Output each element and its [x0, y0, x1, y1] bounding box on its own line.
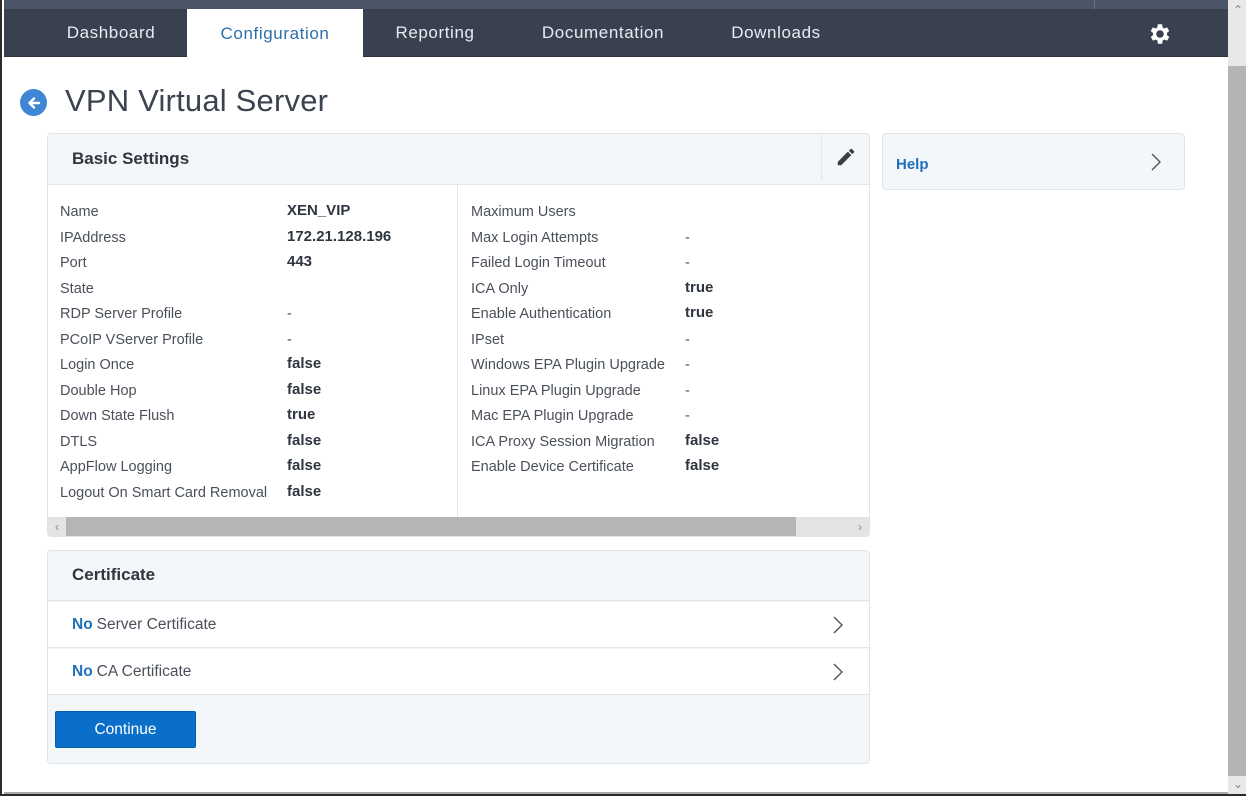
setting-value: true — [685, 304, 714, 321]
setting-value: - — [685, 357, 690, 373]
setting-label: Port — [60, 255, 87, 271]
setting-label: Enable Device Certificate — [471, 459, 634, 475]
setting-value: false — [685, 457, 720, 474]
setting-value: 172.21.128.196 — [287, 227, 392, 245]
scroll-down-arrow-icon[interactable]: ⌄ — [1228, 774, 1246, 794]
column-divider — [457, 185, 458, 517]
setting-value: true — [287, 406, 316, 423]
setting-label: Failed Login Timeout — [471, 255, 606, 271]
setting-label: Login Once — [60, 357, 135, 373]
tab-reporting[interactable]: Reporting — [374, 9, 496, 57]
setting-label: RDP Server Profile — [60, 306, 183, 322]
horizontal-scrollbar[interactable]: ‹ › — [48, 517, 869, 536]
certificate-panel: Certificate No Server Certificate No CA Ce… — [47, 550, 870, 764]
scroll-left-arrow-icon[interactable]: ‹ — [48, 517, 66, 536]
bottom-strip — [4, 792, 1228, 794]
basic-settings-header: Basic Settings — [48, 134, 869, 185]
setting-value: false — [685, 431, 720, 449]
ca-certificate-text: CA Certificate — [96, 663, 192, 680]
setting-label: Double Hop — [60, 382, 137, 399]
setting-label: PCoIP VServer Profile — [60, 331, 204, 348]
help-panel[interactable]: Help — [882, 133, 1185, 190]
setting-value: XEN_VIP — [287, 202, 351, 219]
setting-value: - — [287, 331, 292, 348]
tab-dashboard[interactable]: Dashboard — [46, 9, 176, 57]
gear-icon[interactable] — [1147, 21, 1173, 47]
setting-label: Max Login Attempts — [471, 229, 599, 246]
setting-label: IPset — [471, 331, 505, 348]
setting-label: Name — [60, 204, 99, 220]
certificate-title: Certificate — [72, 565, 156, 584]
setting-label: Down State Flush — [60, 408, 175, 424]
setting-value: false — [287, 355, 322, 372]
setting-label: Logout On Smart Card Removal — [60, 484, 268, 501]
basic-settings-title: Basic Settings — [72, 149, 190, 168]
tab-documentation[interactable]: Documentation — [516, 9, 690, 57]
setting-label: Enable Authentication — [471, 306, 612, 322]
strip-divider — [1094, 0, 1095, 9]
edit-button[interactable] — [821, 134, 869, 180]
help-label: Help — [896, 156, 929, 173]
tab-configuration[interactable]: Configuration — [187, 9, 363, 58]
setting-value: - — [685, 255, 690, 271]
server-certificate-label: No Server Certificate — [72, 616, 216, 634]
setting-label: Linux EPA Plugin Upgrade — [471, 382, 641, 399]
page-title: VPN Virtual Server — [65, 83, 329, 118]
ca-certificate-status: No — [72, 663, 93, 680]
browser-window: Dashboard Configuration Reporting Docume… — [0, 0, 1246, 796]
server-certificate-row[interactable]: No Server Certificate — [48, 602, 869, 648]
top-strip — [4, 0, 1228, 9]
setting-label: ICA Proxy Session Migration — [471, 433, 655, 450]
setting-value: - — [685, 408, 690, 424]
setting-value: - — [287, 306, 292, 322]
setting-value: - — [685, 229, 690, 246]
setting-label: State — [60, 280, 94, 297]
setting-label: Windows EPA Plugin Upgrade — [471, 357, 665, 373]
setting-label: Mac EPA Plugin Upgrade — [471, 408, 634, 424]
setting-value: false — [287, 380, 322, 398]
top-navbar: Dashboard Configuration Reporting Docume… — [4, 9, 1228, 58]
continue-button[interactable]: Continue — [55, 711, 196, 748]
pencil-icon — [837, 148, 854, 166]
setting-value: - — [685, 382, 690, 399]
back-button[interactable] — [20, 89, 47, 116]
chevron-right-icon — [833, 616, 843, 634]
setting-value: false — [287, 457, 322, 474]
certificate-header: Certificate — [48, 551, 869, 601]
server-certificate-status: No — [72, 616, 93, 633]
arrow-left-icon — [27, 96, 40, 109]
chevron-right-icon — [833, 663, 843, 681]
setting-value: true — [685, 278, 714, 296]
basic-settings-panel: Basic Settings Name XEN_VIP IPAddress 172.2… — [47, 133, 870, 537]
scroll-up-arrow-icon[interactable]: ⌃ — [1228, 0, 1246, 20]
setting-label: Maximum Users — [471, 204, 576, 220]
horizontal-scrollbar-thumb[interactable] — [66, 517, 796, 536]
server-certificate-text: Server Certificate — [96, 616, 217, 633]
setting-value: false — [287, 431, 322, 449]
setting-value: 443 — [287, 253, 313, 270]
scrollbar-thumb[interactable] — [1228, 66, 1246, 776]
setting-label: DTLS — [60, 433, 98, 450]
scroll-right-arrow-icon[interactable]: › — [851, 517, 869, 536]
setting-value: - — [685, 331, 690, 348]
setting-value: false — [287, 482, 322, 500]
ca-certificate-row[interactable]: No CA Certificate — [48, 649, 869, 695]
tab-downloads[interactable]: Downloads — [710, 9, 842, 57]
certificate-footer: Continue — [48, 695, 869, 763]
setting-label: ICA Only — [471, 280, 529, 297]
page-vertical-scrollbar[interactable]: ⌃ ⌄ — [1228, 0, 1246, 794]
ca-certificate-label: No CA Certificate — [72, 663, 191, 681]
setting-label: AppFlow Logging — [60, 459, 173, 475]
setting-label: IPAddress — [60, 229, 126, 246]
chevron-right-icon — [1151, 153, 1161, 171]
